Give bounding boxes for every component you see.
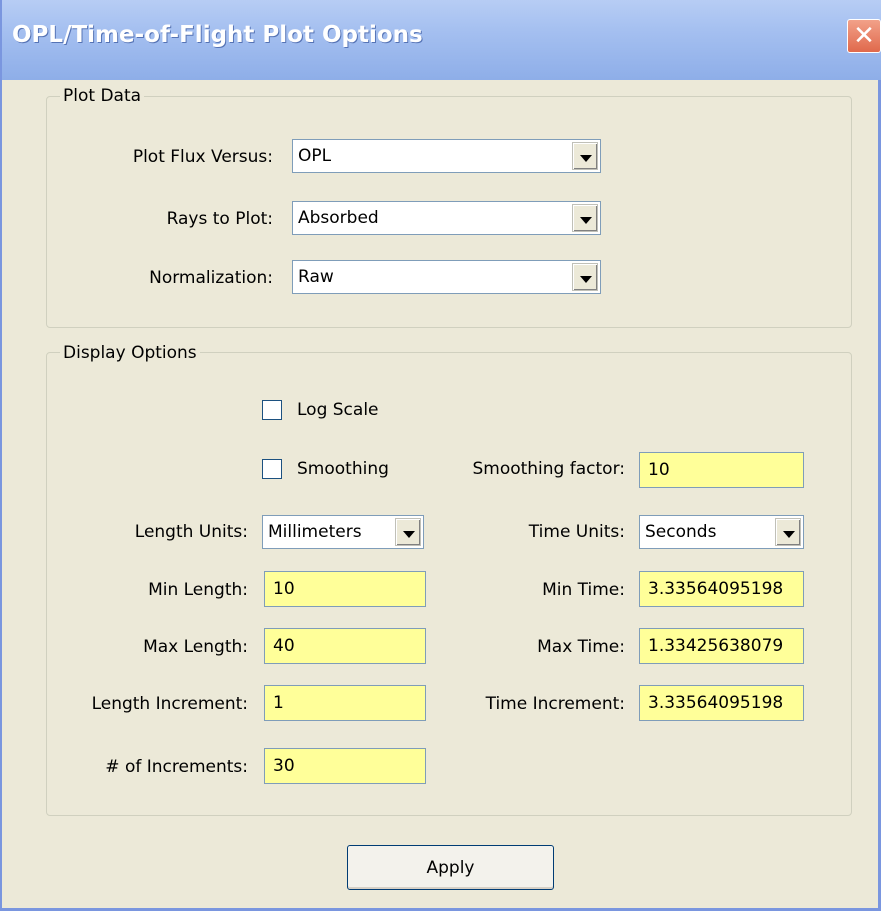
title-bar[interactable]: OPL/Time-of-Flight Plot Options ✕ <box>2 0 881 80</box>
num-increments-label: # of Increments: <box>105 757 248 777</box>
chevron-down-icon[interactable] <box>395 518 421 546</box>
time-increment-input[interactable]: 3.33564095198 <box>639 685 804 721</box>
smoothing-factor-value: 10 <box>648 460 670 480</box>
chevron-down-icon[interactable] <box>572 263 598 291</box>
time-units-select[interactable]: Seconds <box>639 515 804 549</box>
rays-to-plot-value: Absorbed <box>298 208 379 228</box>
plot-flux-versus-select[interactable]: OPL <box>292 139 601 173</box>
num-increments-value: 30 <box>273 756 295 776</box>
min-time-label: Min Time: <box>542 580 625 600</box>
max-length-input[interactable]: 40 <box>264 628 426 664</box>
chevron-down-icon[interactable] <box>572 204 598 232</box>
chevron-down-icon[interactable] <box>572 142 598 170</box>
smoothing-checkbox[interactable] <box>262 459 282 479</box>
max-length-value: 40 <box>273 636 295 656</box>
time-increment-value: 3.33564095198 <box>648 693 784 713</box>
length-increment-input[interactable]: 1 <box>264 685 426 721</box>
close-button[interactable]: ✕ <box>847 19 881 53</box>
min-time-input[interactable]: 3.33564095198 <box>639 571 804 607</box>
smoothing-label[interactable]: Smoothing <box>297 459 389 479</box>
chevron-down-icon[interactable] <box>775 518 801 546</box>
rays-to-plot-select[interactable]: Absorbed <box>292 201 601 235</box>
apply-button-label: Apply <box>426 857 475 878</box>
length-increment-value: 1 <box>273 693 284 713</box>
log-scale-label[interactable]: Log Scale <box>297 400 379 420</box>
min-time-value: 3.33564095198 <box>648 579 784 599</box>
plot-data-legend: Plot Data <box>60 86 145 106</box>
normalization-value: Raw <box>298 267 334 287</box>
max-time-label: Max Time: <box>537 637 625 657</box>
num-increments-input[interactable]: 30 <box>264 748 426 784</box>
plot-flux-versus-value: OPL <box>298 146 332 166</box>
min-length-label: Min Length: <box>148 580 248 600</box>
length-increment-label: Length Increment: <box>91 694 248 714</box>
time-units-value: Seconds <box>645 522 717 542</box>
normalization-label: Normalization: <box>149 268 273 288</box>
dialog-window: OPL/Time-of-Flight Plot Options ✕ Plot D… <box>0 0 881 911</box>
normalization-select[interactable]: Raw <box>292 260 601 294</box>
apply-button[interactable]: Apply <box>347 845 554 890</box>
smoothing-factor-input[interactable]: 10 <box>639 452 804 488</box>
length-units-value: Millimeters <box>268 522 362 542</box>
min-length-input[interactable]: 10 <box>264 571 426 607</box>
window-title: OPL/Time-of-Flight Plot Options <box>12 22 423 48</box>
length-units-label: Length Units: <box>134 522 248 542</box>
length-units-select[interactable]: Millimeters <box>262 515 424 549</box>
max-time-value: 1.33425638079 <box>648 636 784 656</box>
rays-to-plot-label: Rays to Plot: <box>166 209 273 229</box>
display-options-legend: Display Options <box>60 343 200 363</box>
max-time-input[interactable]: 1.33425638079 <box>639 628 804 664</box>
min-length-value: 10 <box>273 579 295 599</box>
smoothing-factor-label: Smoothing factor: <box>472 459 625 479</box>
log-scale-checkbox[interactable] <box>262 400 282 420</box>
max-length-label: Max Length: <box>143 637 248 657</box>
plot-flux-versus-label: Plot Flux Versus: <box>132 147 273 167</box>
time-units-label: Time Units: <box>528 522 625 542</box>
time-increment-label: Time Increment: <box>485 694 625 714</box>
close-icon: ✕ <box>853 21 875 51</box>
